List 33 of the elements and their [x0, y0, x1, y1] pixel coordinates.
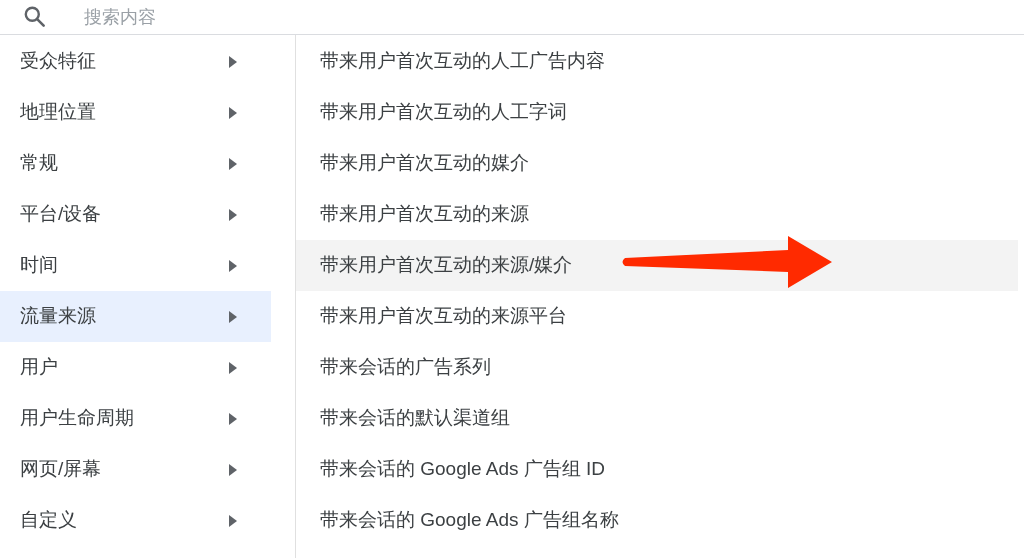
category-item[interactable]: 流量来源 — [0, 291, 271, 342]
dimension-item[interactable]: 带来用户首次互动的来源平台 — [296, 291, 1018, 342]
caret-icon — [229, 412, 237, 425]
caret-icon — [229, 157, 237, 170]
category-item[interactable]: 用户 — [0, 342, 271, 393]
category-item[interactable]: 用户生命周期 — [0, 393, 271, 444]
arrow-icon — [620, 236, 832, 288]
dimension-item[interactable]: 带来用户首次互动的来源/媒介 — [296, 240, 1018, 291]
dimension-item[interactable]: 带来会话的 Google Ads 广告组名称 — [296, 495, 1018, 546]
dimension-item[interactable]: 带来会话的 Google Ads 广告组 ID — [296, 444, 1018, 495]
caret-icon — [229, 361, 237, 374]
caret-icon — [229, 208, 237, 221]
category-item[interactable]: 时间 — [0, 240, 271, 291]
caret-icon — [229, 55, 237, 68]
dimension-item[interactable]: 带来用户首次互动的媒介 — [296, 138, 1018, 189]
category-item[interactable]: 自定义 — [0, 495, 271, 546]
caret-icon — [229, 310, 237, 323]
category-item[interactable]: 平台/设备 — [0, 189, 271, 240]
dimension-item[interactable]: 带来用户首次互动的来源 — [296, 189, 1018, 240]
category-item[interactable]: 地理位置 — [0, 87, 271, 138]
category-item[interactable]: 常规 — [0, 138, 271, 189]
caret-icon — [229, 106, 237, 119]
search-field[interactable]: 搜索内容 — [84, 3, 484, 31]
category-item[interactable]: 受众特征 — [0, 36, 271, 87]
caret-icon — [229, 259, 237, 272]
dimension-item[interactable]: 带来用户首次互动的人工字词 — [296, 87, 1018, 138]
caret-icon — [229, 514, 237, 527]
category-item[interactable]: 网页/屏幕 — [0, 444, 271, 495]
caret-icon — [229, 463, 237, 476]
search-icon — [22, 4, 48, 30]
dimension-item[interactable]: 带来会话的默认渠道组 — [296, 393, 1018, 444]
dimension-item[interactable]: 带来会话的广告系列 — [296, 342, 1018, 393]
dimension-item[interactable]: 带来用户首次互动的人工广告内容 — [296, 36, 1018, 87]
